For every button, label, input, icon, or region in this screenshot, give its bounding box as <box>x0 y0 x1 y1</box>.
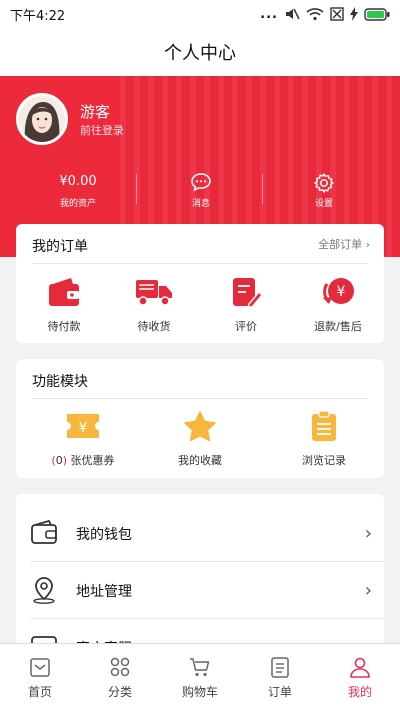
stat-divider <box>262 174 263 204</box>
pending-payment-label: 待付款 <box>47 320 81 333</box>
assets-value: ¥0.00 <box>59 174 97 189</box>
wallet-outline-icon <box>31 519 57 544</box>
svg-text:¥: ¥ <box>79 420 88 436</box>
history-label: 浏览记录 <box>302 454 346 467</box>
page-header: 个人中心 <box>0 28 400 76</box>
star-icon <box>184 411 216 442</box>
tab-cart-label: 购物车 <box>181 685 218 699</box>
divider <box>32 398 368 399</box>
settings-label: 设置 <box>314 199 333 209</box>
favorites-item[interactable]: 我的收藏 <box>160 410 240 468</box>
tab-home[interactable]: 首页 <box>0 644 80 711</box>
refund-icon: ¥ <box>323 278 354 304</box>
status-bar: 下午4:22 ... <box>0 0 400 28</box>
page-title: 个人中心 <box>164 43 236 64</box>
bottom-tab-bar: 首页 分类 购物车 订单 我的 <box>0 643 400 711</box>
all-orders-link[interactable]: 全部订单 › <box>318 236 370 252</box>
tab-orders[interactable]: 订单 <box>240 644 320 711</box>
divider <box>32 263 368 264</box>
message-icon <box>151 172 251 192</box>
assets-stat[interactable]: ¥0.00 我的资产 <box>28 172 128 212</box>
tab-category-label: 分类 <box>107 685 132 699</box>
tab-category[interactable]: 分类 <box>80 644 160 711</box>
clipboard-icon <box>312 410 336 441</box>
category-icon <box>110 657 130 677</box>
user-icon <box>350 657 370 678</box>
order-pending-receipt[interactable]: 待收货 <box>114 276 194 334</box>
location-icon <box>33 577 55 604</box>
stat-divider <box>136 174 137 204</box>
more-dots-icon: ... <box>260 6 278 22</box>
charging-icon <box>350 7 358 21</box>
coupon-text: 张优惠券 <box>70 454 115 467</box>
tab-home-label: 首页 <box>27 685 52 699</box>
login-link[interactable]: 前往登录 <box>80 122 124 138</box>
tab-orders-label: 订单 <box>267 685 292 699</box>
history-item[interactable]: 浏览记录 <box>284 410 364 468</box>
address-label: 地址管理 <box>76 583 132 600</box>
svg-text:¥: ¥ <box>337 284 346 300</box>
status-time: 下午4:22 <box>10 8 66 24</box>
coupons-label: (0) 张优惠券 <box>38 452 128 468</box>
mute-icon <box>286 8 300 20</box>
wifi-icon <box>306 8 324 21</box>
truck-icon <box>136 280 172 306</box>
gear-icon <box>274 172 374 193</box>
username: 游客 <box>80 103 111 121</box>
messages-stat[interactable]: 消息 <box>151 172 251 212</box>
avatar-portrait <box>19 96 65 142</box>
cart-icon <box>190 658 210 677</box>
order-review[interactable]: 评价 <box>206 276 286 334</box>
no-sim-icon <box>330 7 344 21</box>
address-row[interactable]: 地址管理 › <box>16 562 384 619</box>
review-icon <box>233 278 263 308</box>
order-refund[interactable]: ¥ 退款/售后 <box>298 276 378 334</box>
wallet-label: 我的钱包 <box>76 526 132 543</box>
screen: 下午4:22 ... 个人中心 游客 前往登录 ¥0.00 我的资产 消息 设置… <box>0 0 400 711</box>
home-icon <box>30 658 50 677</box>
tab-mine[interactable]: 我的 <box>320 644 400 711</box>
orders-card: 我的订单 全部订单 › 待付款 待收货 评价 ¥ 退款/售后 <box>16 224 384 343</box>
wallet-icon <box>49 278 79 306</box>
avatar[interactable] <box>16 93 68 145</box>
coupon-icon: ¥ <box>67 414 99 438</box>
all-orders-label: 全部订单 <box>318 238 363 251</box>
pending-receipt-label: 待收货 <box>137 320 171 333</box>
chevron-right-icon: › <box>364 523 372 544</box>
chevron-right-icon: › <box>364 580 372 601</box>
messages-label: 消息 <box>191 199 210 209</box>
orders-title: 我的订单 <box>32 239 88 255</box>
order-pending-payment[interactable]: 待付款 <box>24 276 104 334</box>
favorites-label: 我的收藏 <box>178 454 222 467</box>
tab-mine-label: 我的 <box>347 685 372 699</box>
wallet-row[interactable]: 我的钱包 › <box>16 505 384 562</box>
order-icon <box>271 657 289 678</box>
tab-cart[interactable]: 购物车 <box>160 644 240 711</box>
coupons-item[interactable]: ¥ (0) 张优惠券 <box>38 410 128 468</box>
settings-stat[interactable]: 设置 <box>274 172 374 212</box>
status-icons: ... <box>260 7 390 22</box>
coupon-count: 0 <box>55 454 63 467</box>
refund-label: 退款/售后 <box>314 320 362 333</box>
battery-icon <box>364 7 390 21</box>
review-label: 评价 <box>235 320 257 333</box>
coupon-count-close: ) <box>62 454 68 467</box>
assets-label: 我的资产 <box>59 199 96 209</box>
chevron-right-icon: › <box>365 238 370 251</box>
modules-card: 功能模块 ¥ (0) 张优惠券 我的收藏 浏览记录 <box>16 359 384 478</box>
modules-title: 功能模块 <box>32 374 88 390</box>
